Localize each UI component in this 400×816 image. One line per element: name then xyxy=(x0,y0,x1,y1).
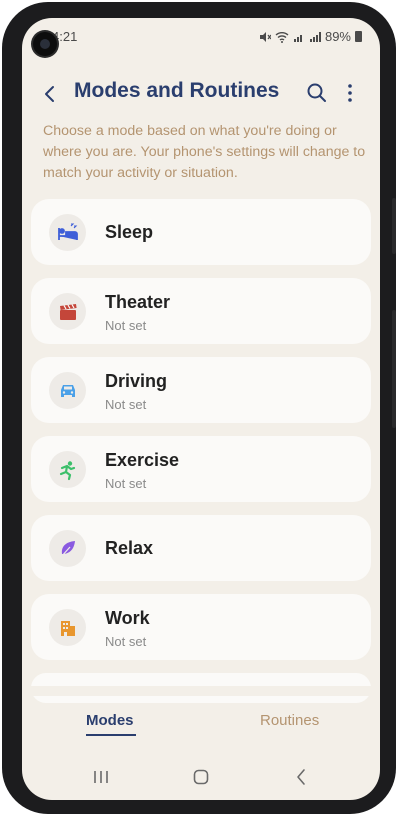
more-vertical-icon xyxy=(348,84,352,102)
volume-button xyxy=(392,198,396,254)
clapperboard-icon xyxy=(59,303,77,320)
search-icon xyxy=(307,83,326,102)
battery-icon xyxy=(355,31,362,42)
back-button[interactable] xyxy=(40,80,62,108)
system-nav-bar xyxy=(22,762,380,792)
mode-name: Relax xyxy=(105,538,154,558)
recent-apps-button[interactable] xyxy=(88,764,114,790)
status-icons: 89% xyxy=(259,29,362,44)
mode-icon-wrap xyxy=(49,609,86,646)
phone-frame: 4:21 89% Modes and Routines Choose a mod… xyxy=(2,2,396,814)
mode-icon-wrap xyxy=(49,214,86,251)
mode-name: Sleep xyxy=(105,222,154,242)
power-button xyxy=(392,310,396,428)
home-icon xyxy=(193,769,209,785)
bed-icon xyxy=(57,222,78,240)
mode-name: Exercise xyxy=(105,450,180,470)
mode-status: Not set xyxy=(105,318,147,333)
mode-card-work[interactable]: Work Not set xyxy=(31,594,371,660)
signal-icon-2 xyxy=(309,31,321,42)
back-arrow-icon xyxy=(45,86,54,102)
screen: 4:21 89% Modes and Routines Choose a mod… xyxy=(22,18,380,800)
mute-icon xyxy=(259,31,271,42)
mode-name: Work xyxy=(105,608,150,628)
recent-apps-icon xyxy=(94,771,108,783)
tab-routines[interactable]: Routines xyxy=(260,712,319,729)
system-back-button[interactable] xyxy=(288,764,314,790)
home-button[interactable] xyxy=(188,764,214,790)
mode-icon-wrap xyxy=(49,372,86,409)
mode-card-sleep[interactable]: Sleep xyxy=(31,199,371,265)
mode-status: Not set xyxy=(105,634,147,649)
mode-icon-wrap xyxy=(49,451,86,488)
search-button[interactable] xyxy=(306,82,328,104)
mode-icon-wrap xyxy=(49,530,86,567)
mode-card-exercise[interactable]: Exercise Not set xyxy=(31,436,371,502)
mode-status: Not set xyxy=(105,397,147,412)
page-title: Modes and Routines xyxy=(74,79,280,102)
mode-card-relax[interactable]: Relax xyxy=(31,515,371,581)
wifi-icon xyxy=(275,31,289,43)
page-description: Choose a mode based on what you're doing… xyxy=(43,123,366,181)
building-icon xyxy=(60,620,75,636)
tab-modes-indicator xyxy=(86,734,136,736)
mode-status: Not set xyxy=(105,476,147,491)
camera-cutout xyxy=(33,32,57,56)
running-icon xyxy=(59,460,75,480)
signal-icon xyxy=(293,34,302,42)
mode-icon-wrap xyxy=(49,293,86,330)
tab-modes[interactable]: Modes xyxy=(86,712,134,729)
app-bar: Modes and Routines xyxy=(22,76,380,112)
mode-name: Theater xyxy=(105,292,171,312)
back-chevron-icon xyxy=(297,769,305,785)
status-bar: 4:21 89% xyxy=(22,26,380,46)
leaf-icon xyxy=(60,540,75,557)
mode-card-theater[interactable]: Theater Not set xyxy=(31,278,371,344)
list-bottom-edge xyxy=(22,686,380,696)
bottom-tabs: Modes Routines xyxy=(22,708,380,738)
mode-name: Driving xyxy=(105,371,168,391)
battery-percent: 89% xyxy=(324,29,351,44)
car-icon xyxy=(60,384,75,397)
mode-card-driving[interactable]: Driving Not set xyxy=(31,357,371,423)
more-options-button[interactable] xyxy=(344,81,356,105)
